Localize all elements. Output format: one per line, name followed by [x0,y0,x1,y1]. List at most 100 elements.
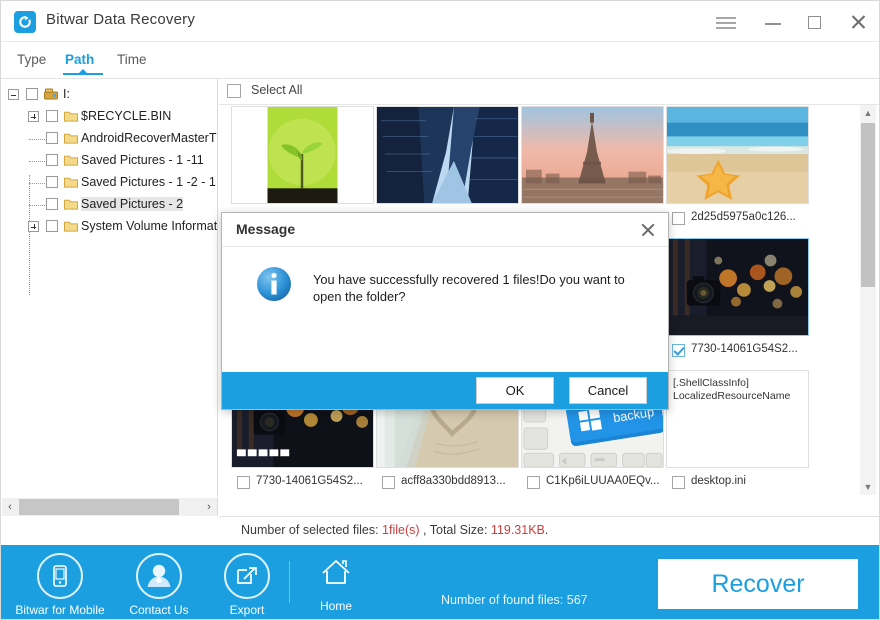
file-checkbox-7[interactable] [672,344,685,357]
image-eiffel [522,107,663,203]
file-caption-7: 7730-14061G54S2... [666,343,811,361]
tree-expander-0[interactable] [28,111,39,122]
image-sprout [232,107,373,203]
file-thumbnail-1[interactable] [376,106,519,204]
folder-icon [64,198,78,210]
folder-icon [64,220,78,232]
file-thumbnail-7[interactable] [666,238,809,336]
tree-root-label: I: [63,87,70,101]
select-all-checkbox[interactable] [227,84,241,98]
file-name-8: 7730-14061G54S2... [256,475,363,487]
tree-checkbox-root[interactable] [26,88,38,100]
file-tile-0[interactable] [231,106,376,204]
dialog-message: You have successfully recovered 1 files!… [313,272,625,304]
image-skyscrapers [377,107,518,203]
dialog-close-icon[interactable] [638,220,658,240]
folder-icon [64,110,78,122]
file-checkbox-10[interactable] [527,476,540,489]
status-suffix: . [544,523,549,537]
page-title: Bitwar Data Recovery [46,11,196,28]
file-scroll-thumb[interactable] [861,123,875,287]
tree-scroll-thumb[interactable] [19,499,179,515]
path-tree-panel: I: $RECYCLE.BIN AndroidRecoverMasterT Sa… [2,79,218,497]
tree-checkbox-2[interactable] [46,154,58,166]
file-tile-11[interactable]: [.ShellClassInfo] LocalizedResourceName … [666,370,811,493]
status-bar: Number of selected files: 1file(s) , Tot… [219,516,879,545]
tree-checkbox-5[interactable] [46,220,58,232]
tab-path[interactable]: Path [65,52,94,67]
image-starfish [667,107,808,203]
bitwar-for-mobile-label: Bitwar for Mobile [15,603,105,617]
ok-button[interactable]: OK [476,377,554,404]
hamburger-icon[interactable] [712,9,740,35]
user-icon [136,553,182,599]
maximize-icon[interactable] [801,9,829,35]
home-label: Home [319,599,352,613]
close-icon[interactable] [844,9,872,35]
tree-checkbox-3[interactable] [46,176,58,188]
minimize-icon[interactable] [759,9,787,35]
tab-type[interactable]: Type [17,52,46,67]
status-prefix: Number of selected files: [241,523,383,537]
file-caption-11: desktop.ini [666,475,811,493]
file-tile-2[interactable] [521,106,666,204]
file-name-10: C1Kp6iLUUAA0EQv... [546,475,660,487]
home-button[interactable]: Home [281,553,391,613]
tree-checkbox-1[interactable] [46,132,58,144]
scroll-down-arrow-icon[interactable]: ▼ [860,479,876,495]
file-caption-9: acff8a330bdd8913... [376,475,521,493]
file-thumbnail-0[interactable] [231,106,374,204]
file-pane-scrollbar[interactable]: ▲ ▼ [860,105,876,495]
info-icon [257,267,291,301]
image-camera-bokeh [667,239,808,335]
file-checkbox-3[interactable] [672,212,685,225]
file-checkbox-9[interactable] [382,476,395,489]
folder-icon [64,132,78,144]
dialog-title: Message [236,221,296,237]
file-tile-3[interactable]: 2d25d5975a0c126... [666,106,811,229]
file-tile-1[interactable] [376,106,521,204]
tree-item-label-1: AndroidRecoverMasterT [81,131,217,145]
home-icon [322,560,350,584]
dialog-header: Message [222,213,668,247]
mobile-phone-icon [37,553,83,599]
toolbar: Type Path Time Preview Details [1,42,879,115]
tree-horizontal-scrollbar[interactable]: ‹ › [2,498,218,516]
application-window: Bitwar Data Recovery Type Path Time Prev… [0,0,880,620]
select-all-row[interactable]: Select All [219,79,879,105]
tab-active-underline [63,73,103,75]
file-tile-7[interactable]: 7730-14061G54S2... [666,238,811,361]
scroll-right-arrow-icon[interactable]: › [201,498,217,516]
select-all-label: Select All [251,83,303,97]
file-name-7: 7730-14061G54S2... [691,343,798,355]
message-dialog: Message You have successfully recovered … [221,212,669,410]
file-name-11: desktop.ini [691,475,746,487]
file-thumbnail-3[interactable] [666,106,809,204]
file-thumbnail-11[interactable]: [.ShellClassInfo] LocalizedResourceName [666,370,809,468]
tree-checkbox-4[interactable] [46,198,58,210]
scroll-left-arrow-icon[interactable]: ‹ [2,498,18,516]
tree-expander-root[interactable] [8,89,19,100]
tree-guide-line [29,175,30,295]
tree-item-label-4: Saved Pictures - 2 [81,197,184,211]
recover-button[interactable]: Recover [658,559,858,609]
file-caption-8: 7730-14061G54S2... [231,475,376,493]
cancel-button[interactable]: Cancel [569,377,647,404]
dialog-footer: OK Cancel [222,372,668,409]
found-files-label: Number of found files: 567 [441,593,588,607]
tab-time[interactable]: Time [117,52,147,67]
status-size: 119.31KB [490,523,545,537]
tree-item-label-0: $RECYCLE.BIN [81,109,172,123]
bitwar-for-mobile-button[interactable]: Bitwar for Mobile [5,553,115,617]
folder-icon [64,154,78,166]
file-checkbox-8[interactable] [237,476,250,489]
file-thumbnail-2[interactable] [521,106,664,204]
tree-checkbox-0[interactable] [46,110,58,122]
scroll-up-arrow-icon[interactable]: ▲ [860,105,876,121]
file-name-9: acff8a330bdd8913... [401,475,506,487]
tree-expander-5[interactable] [28,221,39,232]
file-checkbox-11[interactable] [672,476,685,489]
tree-item-label-3: Saved Pictures - 1 -2 - 1 [81,175,216,189]
tree-item-label-5: System Volume Informat [81,219,218,233]
dialog-body: You have successfully recovered 1 files!… [222,247,668,373]
